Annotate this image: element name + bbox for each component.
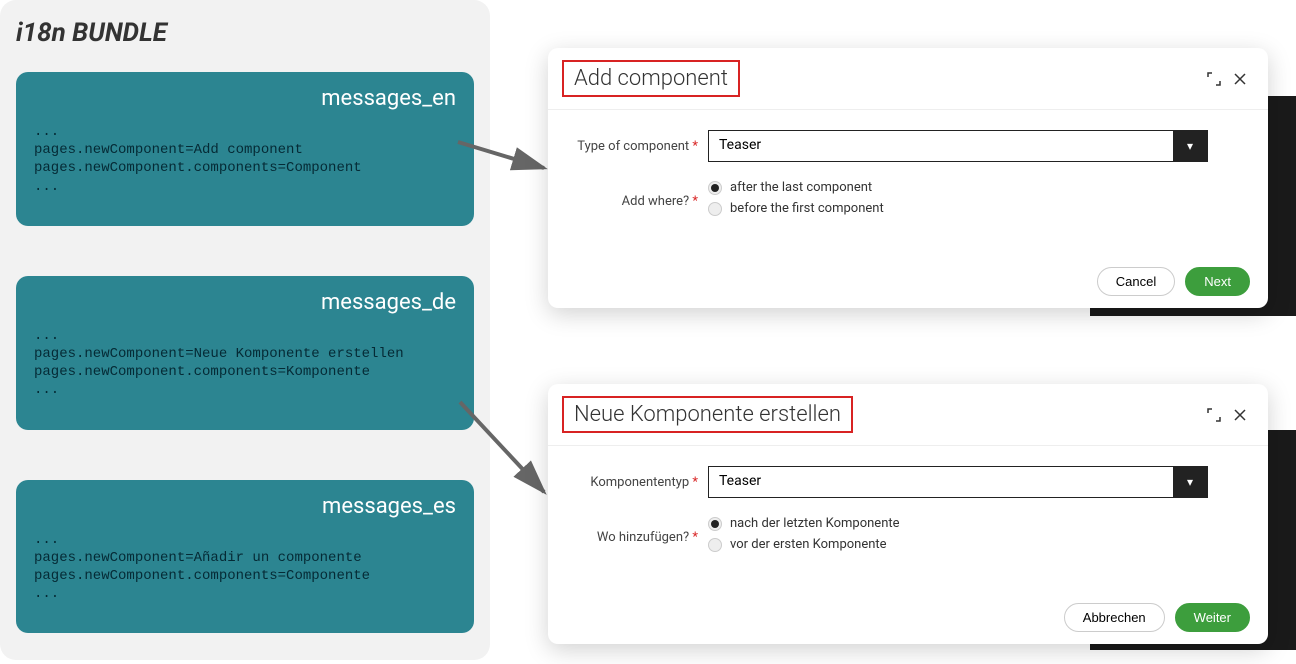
type-label: Komponententyp * (548, 475, 708, 490)
select-value: Teaser (709, 131, 1173, 161)
file-name: messages_es (34, 494, 456, 519)
file-name: messages_en (34, 86, 456, 111)
where-label: Wo hinzufügen? * (548, 530, 708, 545)
dialog-title: Add component (562, 60, 740, 97)
where-label: Add where? * (548, 194, 708, 209)
dialog-header: Add component (548, 48, 1268, 110)
radio-label: vor der ersten Komponente (730, 537, 887, 552)
dialog-en: Add component Type of component * Teaser… (548, 48, 1268, 308)
radio-after[interactable]: nach der letzten Komponente (708, 516, 1208, 531)
chevron-down-icon: ▾ (1173, 467, 1207, 497)
radio-icon (708, 517, 722, 531)
radio-icon (708, 538, 722, 552)
dialog-de: Neue Komponente erstellen Komponententyp… (548, 384, 1268, 644)
file-name: messages_de (34, 290, 456, 315)
type-label: Type of component * (548, 139, 708, 154)
file-card-es: messages_es ... pages.newComponent=Añadi… (16, 480, 474, 634)
close-icon[interactable] (1232, 71, 1248, 87)
cancel-button[interactable]: Abbrechen (1064, 603, 1165, 632)
file-content: ... pages.newComponent=Añadir un compone… (34, 531, 456, 604)
radio-after[interactable]: after the last component (708, 180, 1208, 195)
chevron-down-icon: ▾ (1173, 131, 1207, 161)
file-content: ... pages.newComponent=Neue Komponente e… (34, 327, 456, 400)
type-select[interactable]: Teaser ▾ (708, 466, 1208, 498)
i18n-bundle-panel: i18n BUNDLE messages_en ... pages.newCom… (0, 0, 490, 660)
radio-icon (708, 202, 722, 216)
radio-before[interactable]: before the first component (708, 201, 1208, 216)
radio-icon (708, 181, 722, 195)
dialog-title: Neue Komponente erstellen (562, 396, 853, 433)
next-button[interactable]: Next (1185, 267, 1250, 296)
expand-icon[interactable] (1206, 71, 1222, 87)
bundle-title: i18n BUNDLE (16, 18, 474, 48)
cancel-button[interactable]: Cancel (1097, 267, 1175, 296)
expand-icon[interactable] (1206, 407, 1222, 423)
file-card-de: messages_de ... pages.newComponent=Neue … (16, 276, 474, 430)
radio-before[interactable]: vor der ersten Komponente (708, 537, 1208, 552)
radio-label: nach der letzten Komponente (730, 516, 900, 531)
file-card-en: messages_en ... pages.newComponent=Add c… (16, 72, 474, 226)
radio-label: before the first component (730, 201, 884, 216)
dialog-header: Neue Komponente erstellen (548, 384, 1268, 446)
next-button[interactable]: Weiter (1175, 603, 1250, 632)
file-content: ... pages.newComponent=Add component pag… (34, 123, 456, 196)
close-icon[interactable] (1232, 407, 1248, 423)
select-value: Teaser (709, 467, 1173, 497)
radio-label: after the last component (730, 180, 872, 195)
type-select[interactable]: Teaser ▾ (708, 130, 1208, 162)
